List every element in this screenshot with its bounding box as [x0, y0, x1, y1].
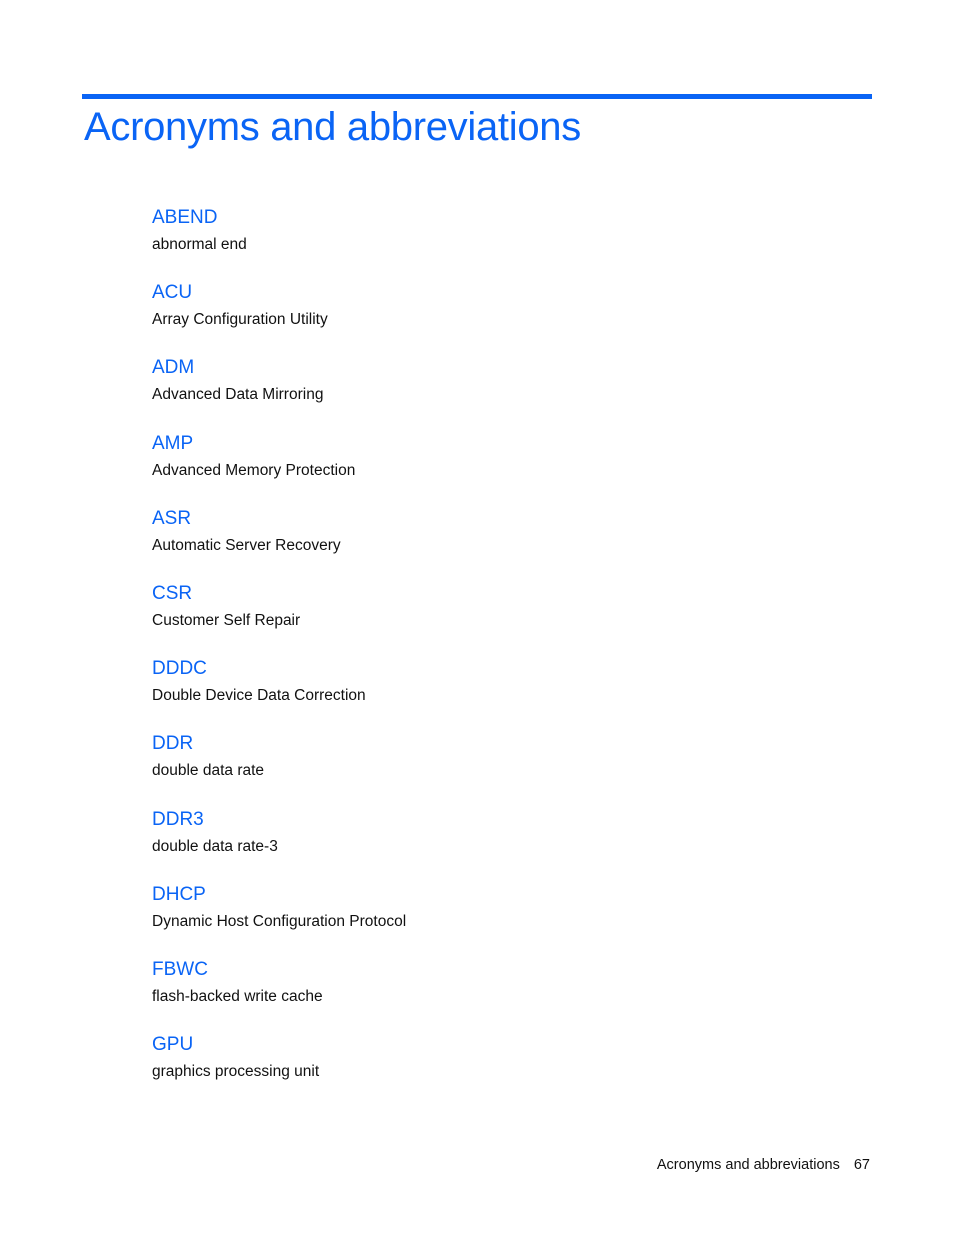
acronym-term: ABEND [152, 207, 218, 228]
acronym-definition: double data rate-3 [152, 837, 278, 855]
acronym-entry: GPU graphics processing unit [152, 1032, 852, 1107]
acronym-entry: CSR Customer Self Repair [152, 581, 852, 656]
acronym-term: ADM [152, 357, 195, 379]
acronym-term: CSR [152, 582, 193, 604]
acronym-entry: DHCP Dynamic Host Configuration Protocol [152, 882, 852, 957]
acronym-term: DHCP [152, 883, 206, 905]
acronym-definition: abnormal end [152, 236, 247, 253]
acronym-definition: Array Configuration Utility [152, 311, 328, 329]
acronym-definition: Customer Self Repair [152, 611, 301, 629]
acronym-definition: Advanced Data Mirroring [152, 386, 324, 404]
acronym-term: DDR [152, 733, 194, 755]
page-number: 67 [853, 1157, 870, 1173]
acronym-entry: DDDC Double Device Data Correction [152, 656, 852, 731]
acronym-definition: Advanced Memory Protection [152, 461, 356, 479]
acronym-term: GPU [152, 1034, 194, 1056]
acronym-entry: AMP Advanced Memory Protection [152, 431, 852, 506]
acronym-entry: FBWC flash-backed write cache [152, 957, 852, 1032]
acronym-entry: ADM Advanced Data Mirroring [152, 355, 852, 430]
acronym-definition: double data rate [152, 762, 265, 780]
acronym-term: DDDC [152, 658, 207, 680]
acronym-entry: ASR Automatic Server Recovery [152, 506, 852, 581]
page-title: Acronyms and abbreviations [84, 105, 581, 149]
acronym-term: DDR3 [152, 808, 204, 830]
acronym-entry: ABEND abnormal end [152, 205, 852, 280]
acronym-definition: flash-backed write cache [152, 987, 323, 1005]
acronym-definition: graphics processing unit [152, 1063, 320, 1081]
acronym-list: ABEND abnormal end ACU Array Configurati… [152, 205, 852, 1107]
acronym-term: AMP [152, 432, 194, 454]
footer-section-title: Acronyms and abbreviations [656, 1157, 840, 1173]
acronym-entry: DDR double data rate [152, 731, 852, 806]
acronym-entry: DDR3 double data rate-3 [152, 807, 852, 882]
acronym-term: ASR [152, 507, 192, 529]
acronym-term: ACU [152, 282, 193, 304]
acronym-definition: Double Device Data Correction [152, 687, 366, 705]
title-rule [82, 94, 872, 99]
acronym-definition: Automatic Server Recovery [152, 536, 341, 554]
acronym-term: FBWC [152, 958, 208, 980]
acronym-entry: ACU Array Configuration Utility [152, 280, 852, 355]
page-footer: Acronyms and abbreviations 67 [657, 1157, 870, 1173]
acronym-definition: Dynamic Host Configuration Protocol [152, 912, 407, 930]
